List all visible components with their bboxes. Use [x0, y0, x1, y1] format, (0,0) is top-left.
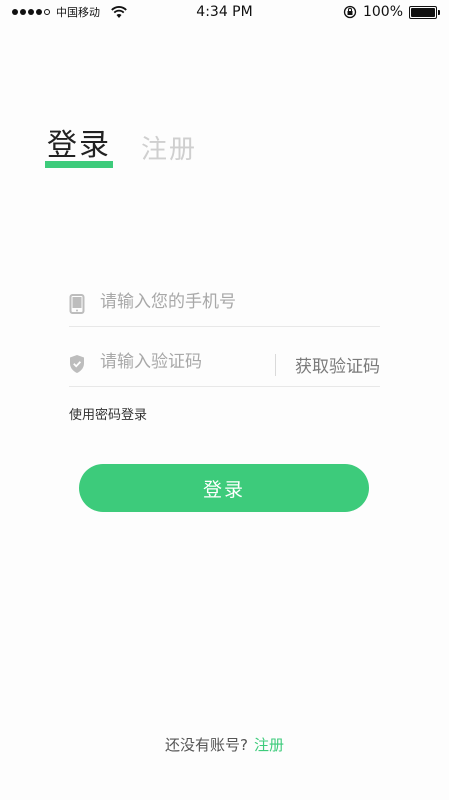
auth-tabs: 登录 注册	[45, 120, 197, 168]
tab-register[interactable]: 注册	[141, 129, 197, 166]
tab-login[interactable]: 登录	[45, 120, 113, 168]
field-divider	[275, 354, 276, 376]
register-link[interactable]: 注册	[254, 736, 284, 754]
password-login-link[interactable]: 使用密码登录	[69, 404, 147, 423]
phone-icon	[69, 294, 85, 314]
battery-icon	[409, 5, 440, 19]
shield-icon	[70, 355, 84, 373]
verification-code-input[interactable]	[100, 352, 260, 372]
battery-fill	[411, 7, 435, 17]
battery-percent: 100%	[362, 4, 403, 20]
login-button[interactable]: 登录	[79, 464, 369, 512]
tab-login-label: 登录	[47, 128, 111, 163]
status-bar: 中国移动 4:34 PM 100%	[0, 0, 449, 24]
get-code-button[interactable]: 获取验证码	[295, 352, 380, 377]
footer: 还没有账号? 注册	[0, 734, 449, 755]
footer-prompt: 还没有账号?	[165, 736, 248, 754]
rotation-lock-icon	[343, 5, 357, 19]
phone-field	[69, 282, 380, 327]
status-right: 100%	[343, 4, 440, 20]
phone-input[interactable]	[100, 292, 370, 312]
code-field: 获取验证码	[69, 342, 380, 387]
